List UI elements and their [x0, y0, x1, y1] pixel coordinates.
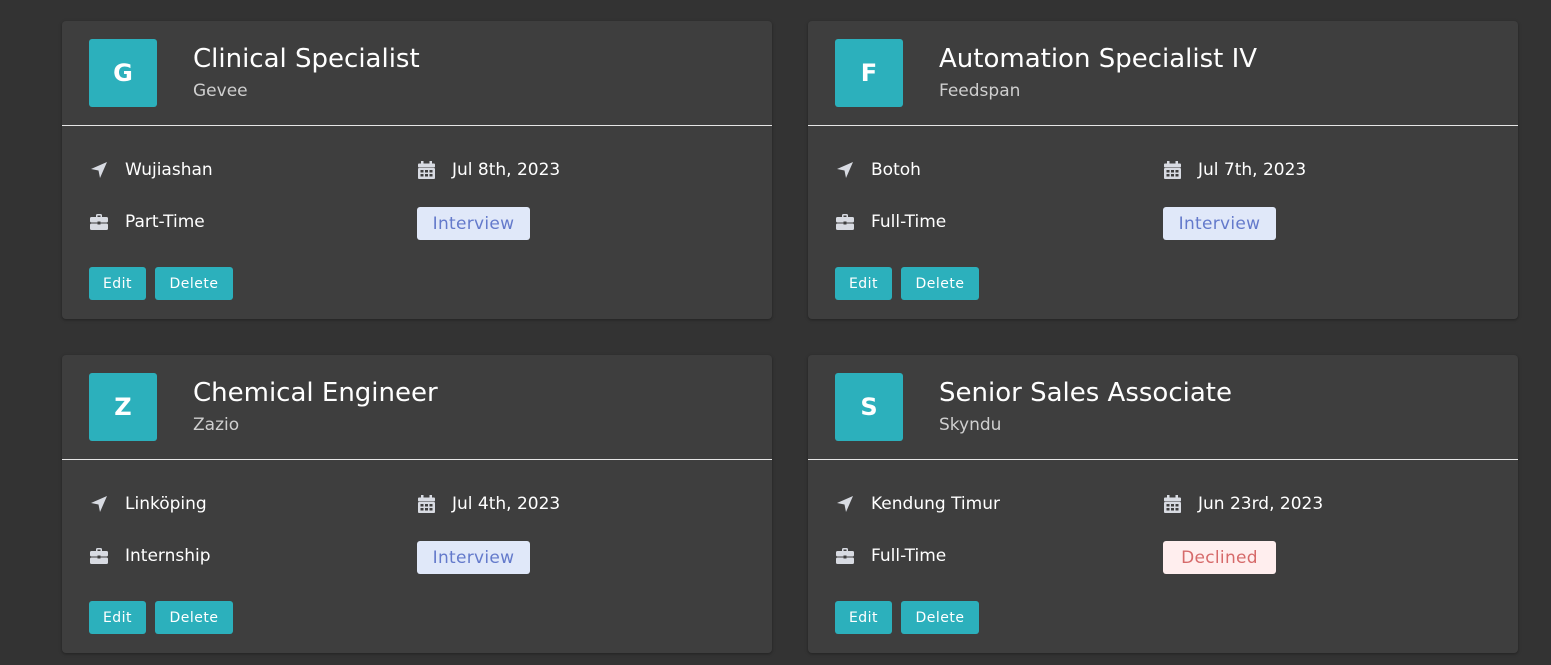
job-card: Z Chemical Engineer Zazio Linköping Jul … [62, 355, 772, 653]
job-location: Wujiashan [89, 160, 213, 180]
delete-button[interactable]: Delete [155, 267, 233, 300]
job-card-header: S Senior Sales Associate Skyndu [808, 355, 1518, 460]
location-arrow-icon [89, 160, 109, 180]
briefcase-icon [835, 546, 855, 566]
job-location-text: Kendung Timur [871, 494, 1000, 514]
job-date-text: Jul 7th, 2023 [1198, 160, 1307, 180]
location-arrow-icon [835, 494, 855, 514]
location-arrow-icon [89, 494, 109, 514]
job-type: Internship [89, 546, 211, 566]
job-location: Kendung Timur [835, 494, 1000, 514]
job-type-text: Full-Time [871, 546, 947, 566]
edit-button[interactable]: Edit [89, 601, 146, 634]
location-arrow-icon [835, 160, 855, 180]
company-avatar: Z [89, 373, 157, 441]
job-type-text: Part-Time [125, 212, 205, 232]
calendar-icon [1162, 494, 1182, 514]
job-position: Clinical Specialist [193, 44, 420, 74]
edit-button[interactable]: Edit [89, 267, 146, 300]
delete-button[interactable]: Delete [901, 601, 979, 634]
job-location-text: Wujiashan [125, 160, 213, 180]
job-type: Full-Time [835, 546, 946, 566]
job-date: Jul 8th, 2023 [416, 160, 560, 180]
job-date: Jul 4th, 2023 [416, 494, 560, 514]
briefcase-icon [89, 546, 109, 566]
briefcase-icon [89, 212, 109, 232]
job-card: G Clinical Specialist Gevee Wujiashan Ju… [62, 21, 772, 319]
delete-button[interactable]: Delete [155, 601, 233, 634]
company-avatar: G [89, 39, 157, 107]
status-badge: Interview [1163, 207, 1276, 240]
job-card: F Automation Specialist IV Feedspan Boto… [808, 21, 1518, 319]
company-avatar: S [835, 373, 903, 441]
job-location: Botoh [835, 160, 921, 180]
job-card-header: F Automation Specialist IV Feedspan [808, 21, 1518, 126]
calendar-icon [1162, 160, 1182, 180]
job-location: Linköping [89, 494, 207, 514]
company-avatar: F [835, 39, 903, 107]
job-company: Gevee [193, 81, 248, 101]
job-position: Senior Sales Associate [939, 378, 1232, 408]
status-badge: Interview [417, 207, 530, 240]
job-date: Jul 7th, 2023 [1162, 160, 1306, 180]
job-card-header: Z Chemical Engineer Zazio [62, 355, 772, 460]
status-badge: Declined [1163, 541, 1276, 574]
job-date: Jun 23rd, 2023 [1162, 494, 1323, 514]
job-date-text: Jul 4th, 2023 [452, 494, 561, 514]
job-type: Full-Time [835, 212, 946, 232]
job-company: Feedspan [939, 81, 1021, 101]
edit-button[interactable]: Edit [835, 601, 892, 634]
job-location-text: Linköping [125, 494, 207, 514]
job-company: Skyndu [939, 415, 1002, 435]
job-position: Automation Specialist IV [939, 44, 1258, 74]
job-company: Zazio [193, 415, 240, 435]
job-card-header: G Clinical Specialist Gevee [62, 21, 772, 126]
job-type-text: Internship [125, 546, 211, 566]
briefcase-icon [835, 212, 855, 232]
edit-button[interactable]: Edit [835, 267, 892, 300]
job-type: Part-Time [89, 212, 205, 232]
job-date-text: Jul 8th, 2023 [452, 160, 561, 180]
job-type-text: Full-Time [871, 212, 947, 232]
job-date-text: Jun 23rd, 2023 [1198, 494, 1324, 514]
calendar-icon [416, 160, 436, 180]
status-badge: Interview [417, 541, 530, 574]
job-location-text: Botoh [871, 160, 921, 180]
job-card: S Senior Sales Associate Skyndu Kendung … [808, 355, 1518, 653]
delete-button[interactable]: Delete [901, 267, 979, 300]
jobs-grid: G Clinical Specialist Gevee Wujiashan Ju… [62, 21, 1518, 653]
calendar-icon [416, 494, 436, 514]
job-position: Chemical Engineer [193, 378, 438, 408]
